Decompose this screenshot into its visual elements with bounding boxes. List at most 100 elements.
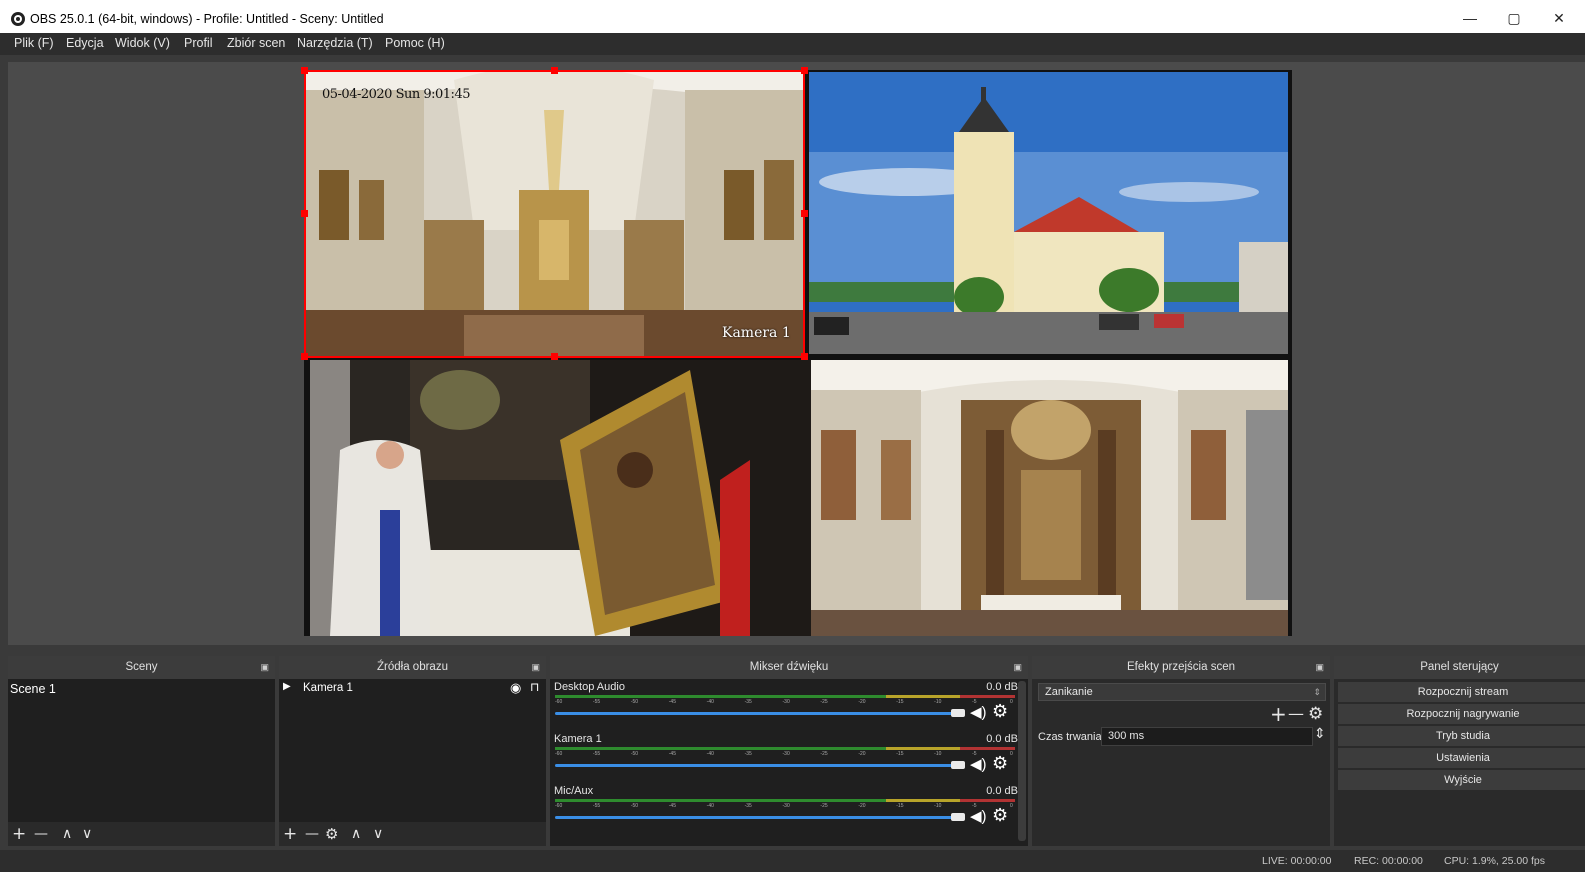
- add-transition-button[interactable]: +: [1270, 702, 1287, 726]
- remove-transition-button[interactable]: —: [1288, 704, 1304, 723]
- float-icon[interactable]: ▣: [260, 656, 269, 679]
- duration-spin-icon[interactable]: ⇕: [1314, 726, 1326, 742]
- meter-tick: -10: [934, 699, 942, 705]
- volume-slider-handle[interactable]: [951, 761, 965, 769]
- float-icon[interactable]: ▣: [531, 656, 540, 679]
- menu-help[interactable]: Pomoc (H): [385, 36, 445, 50]
- obs-window: OBS 25.0.1 (64-bit, windows) - Profile: …: [0, 0, 1585, 872]
- source-properties-button[interactable]: ⚙: [325, 822, 338, 846]
- float-icon[interactable]: ▣: [1315, 656, 1324, 679]
- volume-slider[interactable]: [555, 764, 957, 767]
- meter-tick: 0: [1010, 699, 1013, 705]
- menu-view[interactable]: Widok (V): [115, 36, 170, 50]
- float-icon[interactable]: ▣: [1013, 656, 1022, 679]
- meter-tick: -60: [555, 699, 563, 705]
- resize-handle-top-right[interactable]: [801, 67, 808, 74]
- volume-meter: [555, 799, 1015, 802]
- meter-tick: -60: [555, 803, 563, 809]
- meter-tick: -35: [744, 803, 752, 809]
- lock-icon[interactable]: ⊓: [530, 680, 539, 694]
- meter-tick: -45: [668, 751, 676, 757]
- camera-2-feed: [809, 72, 1288, 354]
- channel-settings-icon[interactable]: ⚙: [992, 805, 1008, 826]
- sources-dock: Źródła obrazu ▣ ▶ Kamera 1 ◉ ⊓ + — ⚙ ∧ ∨: [279, 656, 546, 846]
- resize-handle-top[interactable]: [551, 67, 558, 74]
- volume-slider-handle[interactable]: [951, 813, 965, 821]
- camera-4-feed: [811, 360, 1288, 636]
- resize-handle-bottom-left[interactable]: [301, 353, 308, 360]
- move-source-down-button[interactable]: ∨: [373, 822, 383, 846]
- meter-tick: -50: [630, 699, 639, 705]
- status-bar: LIVE: 00:00:00 REC: 00:00:00 CPU: 1.9%, …: [0, 850, 1585, 872]
- close-button[interactable]: ✕: [1547, 8, 1571, 28]
- meter-ticks: -60 -55 -50 -45 -40 -35 -30 -25 -20 -15 -10 -5 0: [555, 699, 1015, 707]
- menu-file[interactable]: Plik (F): [14, 36, 54, 50]
- volume-slider[interactable]: [555, 816, 957, 819]
- scenes-list[interactable]: Scene 1: [8, 679, 275, 822]
- remove-scene-button[interactable]: —: [34, 822, 48, 846]
- move-source-up-button[interactable]: ∧: [351, 822, 361, 846]
- camera-3-feed: [310, 360, 811, 636]
- sources-header: Źródła obrazu ▣: [279, 656, 546, 679]
- resize-handle-bottom[interactable]: [551, 353, 558, 360]
- resize-handle-bottom-right[interactable]: [801, 353, 808, 360]
- start-stream-button[interactable]: Rozpocznij stream: [1338, 682, 1585, 702]
- controls-dock: Panel sterujący Rozpocznij stream Rozpoc…: [1334, 656, 1585, 846]
- menu-tools[interactable]: Narzędzia (T): [297, 36, 373, 50]
- meter-tick: -45: [668, 803, 676, 809]
- obs-logo-icon: [11, 12, 25, 26]
- controls-title: Panel sterujący: [1420, 661, 1499, 673]
- resize-handle-right[interactable]: [801, 210, 808, 217]
- meter-tick: -20: [858, 699, 866, 705]
- title-bar: OBS 25.0.1 (64-bit, windows) - Profile: …: [0, 0, 1585, 33]
- add-source-button[interactable]: +: [283, 822, 297, 846]
- volume-slider-handle[interactable]: [951, 709, 965, 717]
- add-scene-button[interactable]: +: [12, 822, 26, 846]
- speaker-icon[interactable]: ◀): [970, 755, 987, 773]
- audio-mixer-dock: Mikser dźwięku ▣ Desktop Audio 0.0 dB -60 -…: [550, 656, 1028, 846]
- transition-select[interactable]: Zanikanie ⇕: [1038, 683, 1326, 701]
- meter-tick: -10: [934, 751, 942, 757]
- meter-tick: -40: [706, 803, 714, 809]
- minimize-button[interactable]: —: [1458, 8, 1482, 28]
- move-scene-down-button[interactable]: ∨: [82, 822, 92, 846]
- settings-button[interactable]: Ustawienia: [1338, 748, 1585, 768]
- duration-value: 300 ms: [1108, 730, 1145, 742]
- channel-settings-icon[interactable]: ⚙: [992, 753, 1008, 774]
- remove-source-button[interactable]: —: [305, 822, 319, 846]
- source-selection-box[interactable]: [304, 70, 805, 358]
- source-item[interactable]: ▶ Kamera 1 ◉ ⊓: [279, 679, 546, 699]
- speaker-icon[interactable]: ◀): [970, 703, 987, 721]
- scene-item[interactable]: Scene 1: [10, 682, 56, 696]
- menu-bar: Plik (F) Edycja Widok (V) Profil Zbiór s…: [0, 33, 1585, 55]
- volume-slider[interactable]: [555, 712, 957, 715]
- menu-profile[interactable]: Profil: [184, 36, 212, 50]
- exit-button[interactable]: Wyjście: [1338, 770, 1585, 790]
- menu-edit[interactable]: Edycja: [66, 36, 104, 50]
- studio-mode-button[interactable]: Tryb studia: [1338, 726, 1585, 746]
- start-recording-button[interactable]: Rozpocznij nagrywanie: [1338, 704, 1585, 724]
- resize-handle-left[interactable]: [301, 210, 308, 217]
- channel-settings-icon[interactable]: ⚙: [992, 701, 1008, 722]
- move-scene-up-button[interactable]: ∧: [62, 822, 72, 846]
- eye-icon[interactable]: ◉: [510, 680, 521, 696]
- mixer-scrollbar[interactable]: [1018, 681, 1026, 841]
- duration-label: Czas trwania: [1038, 731, 1102, 743]
- meter-ticks: -60 -55 -50 -45 -40 -35 -30 -25 -20 -15 -10 -5 0: [555, 751, 1015, 759]
- transition-properties-icon[interactable]: ⚙: [1308, 704, 1323, 724]
- meter-tick: -50: [630, 751, 639, 757]
- meter-ticks: -60 -55 -50 -45 -40 -35 -30 -25 -20 -15 -10 -5 0: [555, 803, 1015, 811]
- maximize-button[interactable]: ▢: [1502, 8, 1526, 28]
- sources-list[interactable]: ▶ Kamera 1 ◉ ⊓: [279, 679, 546, 822]
- meter-tick: -45: [668, 699, 676, 705]
- channel-name: Kamera 1: [554, 733, 602, 745]
- transitions-title: Efekty przejścia scen: [1126, 661, 1235, 673]
- mixer-title: Mikser dźwięku: [749, 661, 829, 673]
- mixer-channels: Desktop Audio 0.0 dB -60 -55 -50 -45 -40 -35 -30…: [550, 679, 1028, 846]
- menu-scene-collection[interactable]: Zbiór scen: [227, 36, 285, 50]
- duration-input[interactable]: 300 ms: [1101, 727, 1313, 746]
- resize-handle-top-left[interactable]: [301, 67, 308, 74]
- speaker-icon[interactable]: ◀): [970, 807, 987, 825]
- channel-name: Mic/Aux: [554, 785, 594, 797]
- channel-db: 0.0 dB: [986, 785, 1018, 797]
